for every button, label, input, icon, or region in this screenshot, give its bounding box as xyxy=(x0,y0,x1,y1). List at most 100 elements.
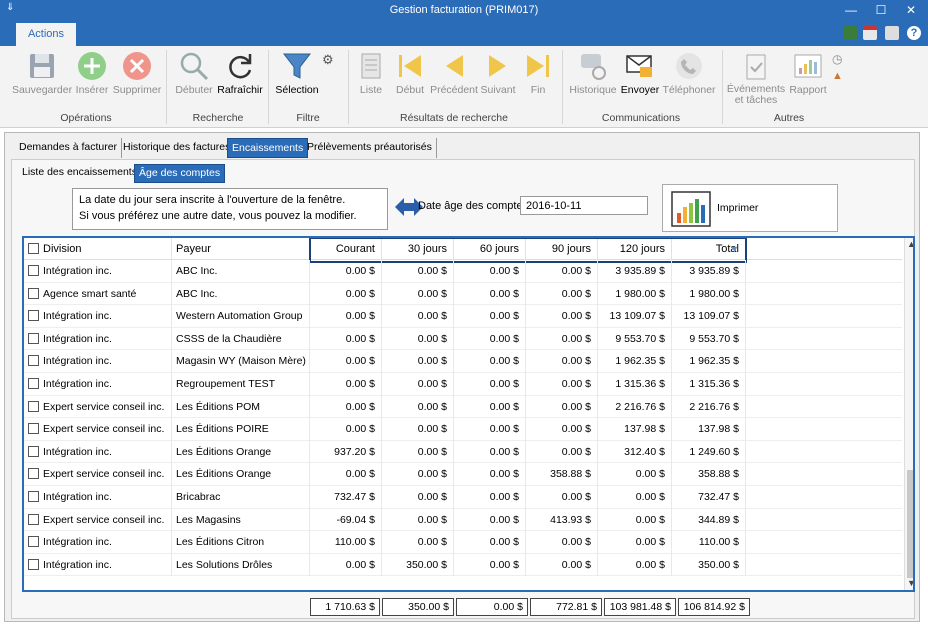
table-row[interactable]: Intégration inc. Les Éditions Orange 937.2… xyxy=(24,440,902,464)
insert-button[interactable]: Insérer xyxy=(74,50,110,96)
calculator-icon[interactable] xyxy=(843,26,857,40)
table-row[interactable]: Intégration inc. Bricabrac 732.47 $ 0.00 $ 0… xyxy=(24,486,902,509)
table-cell: Intégration inc. xyxy=(24,305,172,328)
cell-value: 0.00 $ xyxy=(635,468,665,481)
tab-historique[interactable]: Historique des factures xyxy=(119,138,236,158)
separator xyxy=(348,50,349,124)
scroll-up-icon[interactable]: ▲ xyxy=(905,239,913,249)
table-row[interactable]: Agence smart santé ABC Inc. 0.00 $ 0.00 $ 0.… xyxy=(24,282,902,306)
column-header[interactable]: Division xyxy=(24,238,172,260)
history-button[interactable]: Historique xyxy=(566,50,620,96)
date-input[interactable] xyxy=(520,196,648,215)
table-row[interactable]: Expert service conseil inc. Les Magasins -… xyxy=(24,508,902,532)
clock-icon[interactable]: ◷ xyxy=(832,52,842,66)
row-checkbox[interactable] xyxy=(28,355,39,367)
table-cell: 1 249.60 $ xyxy=(672,440,746,464)
table-row[interactable]: Intégration inc. Regroupement TEST 0.00 $ 0… xyxy=(24,373,902,396)
subtab-age-comptes[interactable]: Âge des comptes xyxy=(134,164,226,183)
calendar-icon[interactable] xyxy=(863,26,877,40)
table-row[interactable]: Intégration inc. Western Automation Group… xyxy=(24,305,902,328)
maximize-button[interactable]: ☐ xyxy=(872,2,890,18)
cell-value: 0.00 $ xyxy=(561,265,591,277)
refresh-button[interactable]: Rafraîchir xyxy=(216,50,264,96)
table-cell: 0.00 $ xyxy=(454,350,526,373)
row-checkbox[interactable] xyxy=(28,265,39,276)
history-chat-icon xyxy=(581,54,606,80)
settings-gear-icon[interactable]: ⚙ xyxy=(322,52,334,68)
row-checkbox[interactable] xyxy=(28,332,39,344)
cell-value: 0.00 $ xyxy=(561,558,591,571)
tab-prelevements[interactable]: Prélèvements préautorisés xyxy=(303,138,437,158)
birthday-cake-icon[interactable]: ▲ xyxy=(832,70,843,82)
row-checkbox[interactable] xyxy=(28,287,39,299)
row-checkbox[interactable] xyxy=(28,558,39,570)
scroll-list-icon xyxy=(361,53,381,79)
tab-encaissements[interactable]: Encaissements xyxy=(227,138,309,158)
help-icon[interactable]: ? xyxy=(907,26,921,40)
first-button[interactable]: Début xyxy=(392,50,428,96)
table-row[interactable]: Expert service conseil inc. Les Éditions … xyxy=(24,463,902,486)
vertical-scrollbar[interactable]: ▲ ▼ xyxy=(904,238,913,590)
row-checkbox[interactable] xyxy=(28,468,39,480)
row-checkbox[interactable] xyxy=(28,445,39,457)
report-button[interactable]: Rapport xyxy=(786,50,830,96)
table-cell: Les Éditions Citron xyxy=(172,531,310,554)
table-row[interactable]: Expert service conseil inc. Les Éditions … xyxy=(24,395,902,419)
table-row[interactable]: Intégration inc. Les Solutions Drôles 0.00… xyxy=(24,553,902,577)
table-row[interactable]: Intégration inc. Les Éditions Citron 110.0… xyxy=(24,531,902,554)
cell-value: 0.00 $ xyxy=(489,491,519,503)
row-checkbox[interactable] xyxy=(28,491,39,502)
cell-value: Les Éditions Orange xyxy=(176,468,272,481)
list-label: Liste xyxy=(359,84,383,96)
cell-value: 0.00 $ xyxy=(345,287,375,300)
table-cell: Expert service conseil inc. xyxy=(24,418,172,441)
printer-icon[interactable] xyxy=(885,26,899,40)
table-row[interactable]: Intégration inc. CSSS de la Chaudière 0.00… xyxy=(24,327,902,351)
cell-value: 0.00 $ xyxy=(489,445,519,458)
select-all-checkbox[interactable] xyxy=(28,243,39,254)
minimize-button[interactable]: — xyxy=(842,2,860,18)
table-row[interactable]: Intégration inc. ABC Inc. 0.00 $ 0.00 $ 0.00… xyxy=(24,260,902,283)
print-button[interactable]: Imprimer xyxy=(662,184,838,232)
tab-actions[interactable]: Actions xyxy=(16,23,76,46)
row-checkbox[interactable] xyxy=(28,513,39,525)
scroll-down-icon[interactable]: ▼ xyxy=(905,578,913,588)
save-button[interactable]: Sauvegarder xyxy=(10,50,74,96)
list-button[interactable]: Liste xyxy=(352,50,390,96)
table-cell: 0.00 $ xyxy=(310,553,382,577)
table-cell: 0.00 $ xyxy=(310,463,382,486)
table-cell: 1 962.35 $ xyxy=(672,350,746,373)
tab-demandes[interactable]: Demandes à facturer xyxy=(15,138,123,158)
previous-button[interactable]: Précédent xyxy=(430,50,478,96)
table-cell: 0.00 $ xyxy=(382,350,454,373)
table-cell: 344.89 $ xyxy=(672,508,746,532)
table-row[interactable]: Intégration inc. Magasin WY (Maison Mère)… xyxy=(24,350,902,373)
events-button[interactable]: Événements et tâches xyxy=(726,50,786,106)
cell-value: Intégration inc. xyxy=(43,536,112,549)
row-checkbox[interactable] xyxy=(28,400,39,412)
filter-icon xyxy=(282,53,312,79)
row-checkbox[interactable] xyxy=(28,310,39,322)
table-cell: 0.00 $ xyxy=(310,373,382,396)
last-button[interactable]: Fin xyxy=(520,50,556,96)
separator xyxy=(268,50,269,124)
subtab-liste-encaissements[interactable]: Liste des encaissements xyxy=(18,164,141,183)
phone-button[interactable]: Téléphoner xyxy=(662,50,716,96)
row-checkbox[interactable] xyxy=(28,536,39,548)
start-button[interactable]: Débuter xyxy=(172,50,216,96)
row-checkbox[interactable] xyxy=(28,378,39,389)
table-row[interactable]: Expert service conseil inc. Les Éditions … xyxy=(24,418,902,441)
selection-button[interactable]: Sélection xyxy=(272,50,322,96)
column-header[interactable]: Payeur xyxy=(172,238,310,260)
delete-button[interactable]: Supprimer xyxy=(112,50,162,96)
date-label: Date âge des comptes xyxy=(418,200,529,212)
next-button[interactable]: Suivant xyxy=(478,50,518,96)
close-button[interactable]: ✕ xyxy=(902,2,920,18)
send-button[interactable]: Envoyer xyxy=(620,50,660,96)
aging-panel: Liste des encaissements Âge des comptes … xyxy=(11,159,915,619)
scroll-thumb[interactable] xyxy=(907,470,913,578)
table-cell: 0.00 $ xyxy=(382,463,454,486)
group-results: Résultats de recherche xyxy=(400,112,508,124)
row-checkbox[interactable] xyxy=(28,423,39,435)
table-cell: Les Solutions Drôles xyxy=(172,553,310,577)
